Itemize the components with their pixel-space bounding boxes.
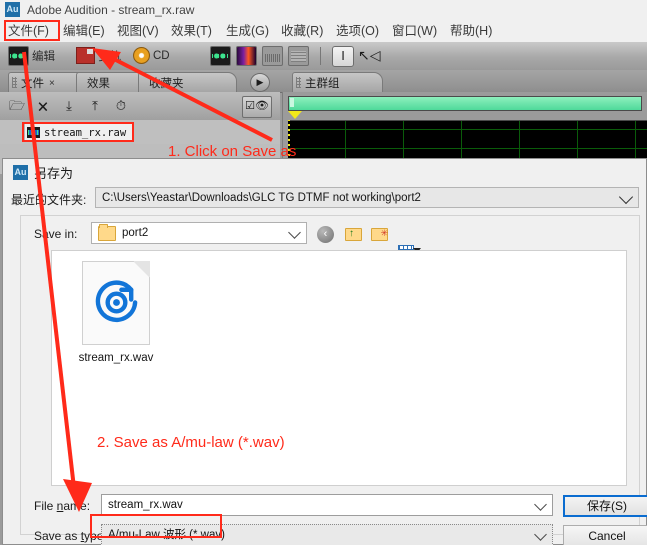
up-arrow-glyph: ↑ (349, 228, 354, 239)
new-folder-star-glyph: ✳ (380, 228, 388, 238)
dialog-title: 另存为 (34, 165, 74, 181)
highlight-file-menu (4, 20, 60, 41)
playhead-marker-icon[interactable] (288, 111, 302, 119)
menu-view[interactable]: 视图(V) (117, 22, 159, 40)
file-browser-area: Save in: port2 ‹ ↑ ✳ stream_rx.wav File … (20, 215, 641, 545)
recent-folder-label: 最近的文件夹: (11, 193, 87, 207)
close-file-icon[interactable]: 🗙 (34, 97, 52, 115)
main-toolbar: 编辑 多轨 CD I ↖◁ (0, 42, 647, 71)
move-tool-icon[interactable]: ↖◁ (358, 47, 381, 63)
annotation-step-1: 1. Click on Save as (168, 143, 297, 160)
media-player-glyph (95, 280, 138, 323)
dialog-app-icon: Au (13, 164, 28, 180)
menu-bar: 文件(F) 编辑(E) 视图(V) 效果(T) 生成(G) 收藏(R) 选项(O… (0, 20, 647, 42)
page-fold-corner (133, 261, 150, 278)
level-meter-bar (288, 96, 642, 111)
menu-generate[interactable]: 生成(G) (226, 22, 269, 40)
tab-grip-icon (12, 77, 17, 88)
insert-icon[interactable]: ⤓ (60, 97, 78, 115)
recent-folder-combo[interactable]: C:\Users\Yeastar\Downloads\GLC TG DTMF n… (95, 187, 639, 208)
dialog-titlebar: Au 另存为 (13, 163, 73, 181)
multitrack-view-button[interactable]: 多轨 (76, 45, 121, 66)
close-icon[interactable]: × (49, 78, 55, 89)
menu-options[interactable]: 选项(O) (336, 22, 379, 40)
tab-favorites[interactable]: 收藏夹 (138, 72, 237, 93)
screenshot-root: Au Adobe Audition - stream_rx.raw 文件(F) … (0, 0, 647, 545)
multitrack-label: 多轨 (98, 50, 121, 63)
metronome-icon[interactable]: ⏱ (112, 97, 130, 115)
new-folder-icon[interactable]: ✳ (369, 224, 388, 242)
save-in-combo[interactable]: port2 (91, 222, 307, 244)
annotation-step-2: 2. Save as A/mu-law (*.wav) (97, 434, 285, 451)
files-panel-toolbar: 🗁 🗙 ⤓ ⤒ ⏱ ☑👁 (0, 92, 280, 121)
spectral-pan-icon (262, 45, 283, 66)
cd-view-button[interactable]: CD (133, 45, 170, 66)
time-selection-tool-icon[interactable]: I (332, 46, 354, 67)
show-file-info-icon[interactable]: ☑👁 (242, 96, 272, 118)
spectral-phase-button[interactable] (288, 45, 309, 66)
window-title: Adobe Audition - stream_rx.raw (27, 3, 195, 17)
tab-grip-icon-2 (296, 77, 301, 88)
tab-effects-label: 效果 (87, 78, 110, 90)
menu-help[interactable]: 帮助(H) (450, 22, 492, 40)
save-as-dialog: Au 另存为 最近的文件夹: C:\Users\Yeastar\Download… (2, 158, 647, 545)
back-icon[interactable]: ‹ (317, 226, 334, 243)
multitrack-icon (76, 47, 95, 64)
highlight-save-as-type (90, 514, 222, 538)
file-name-input[interactable]: stream_rx.wav (101, 494, 553, 516)
save-in-row: Save in: port2 ‹ ↑ ✳ (21, 222, 641, 259)
tab-master-group-label: 主群组 (305, 78, 340, 90)
panel-play-button[interactable]: ▶ (250, 73, 270, 92)
spectral-frequency-icon (236, 45, 257, 66)
chevron-down-icon-4[interactable] (534, 528, 547, 541)
tab-favorites-label: 收藏夹 (149, 78, 184, 90)
window-titlebar: Au Adobe Audition - stream_rx.raw (0, 0, 647, 20)
recent-folder-row: 最近的文件夹: C:\Users\Yeastar\Downloads\GLC T… (3, 185, 647, 213)
waveform-display-icon (210, 45, 231, 66)
file-item-stream-rx-wav[interactable]: stream_rx.wav (66, 261, 166, 364)
file-name-value: stream_rx.wav (108, 499, 183, 511)
cd-label: CD (153, 49, 170, 62)
up-one-level-icon[interactable]: ↑ (343, 224, 362, 242)
toolbar-separator (320, 47, 321, 65)
chevron-down-icon-3[interactable] (534, 498, 547, 511)
media-file-icon (82, 261, 150, 345)
file-name-label: File name: (34, 499, 91, 513)
spectral-phase-icon (288, 45, 309, 66)
insert-multitrack-icon[interactable]: ⤒ (86, 97, 104, 115)
chevron-down-icon-2[interactable] (288, 226, 301, 239)
recent-folder-value: C:\Users\Yeastar\Downloads\GLC TG DTMF n… (102, 192, 421, 204)
waveform-display-button[interactable] (210, 45, 231, 66)
menu-edit[interactable]: 编辑(E) (63, 22, 105, 40)
tab-master-group[interactable]: 主群组 (292, 72, 383, 93)
edit-view-button[interactable]: 编辑 (8, 45, 55, 66)
folder-icon (98, 224, 116, 241)
edit-view-label: 编辑 (32, 50, 55, 63)
spectral-pan-button[interactable] (262, 45, 283, 66)
cd-icon (133, 47, 150, 64)
spectral-frequency-button[interactable] (236, 45, 257, 66)
open-file-icon[interactable]: 🗁 (8, 97, 26, 115)
save-in-value: port2 (122, 227, 149, 239)
highlight-raw-file (22, 122, 134, 142)
save-button[interactable]: 保存(S) (563, 495, 647, 517)
tab-files-label: 文件 (21, 78, 44, 90)
chevron-down-icon[interactable] (618, 189, 634, 205)
waveform-icon (8, 45, 29, 66)
menu-effects[interactable]: 效果(T) (171, 22, 212, 40)
cancel-button[interactable]: Cancel (563, 525, 647, 545)
panel-tabstrip: 文件 × 效果 收藏夹 ▶ 主群组 (0, 70, 647, 93)
menu-window[interactable]: 窗口(W) (392, 22, 437, 40)
file-item-label: stream_rx.wav (78, 352, 154, 364)
audition-logo-icon: Au (5, 2, 20, 17)
menu-favorites[interactable]: 收藏(R) (281, 22, 323, 40)
save-in-label: Save in: (34, 227, 78, 241)
